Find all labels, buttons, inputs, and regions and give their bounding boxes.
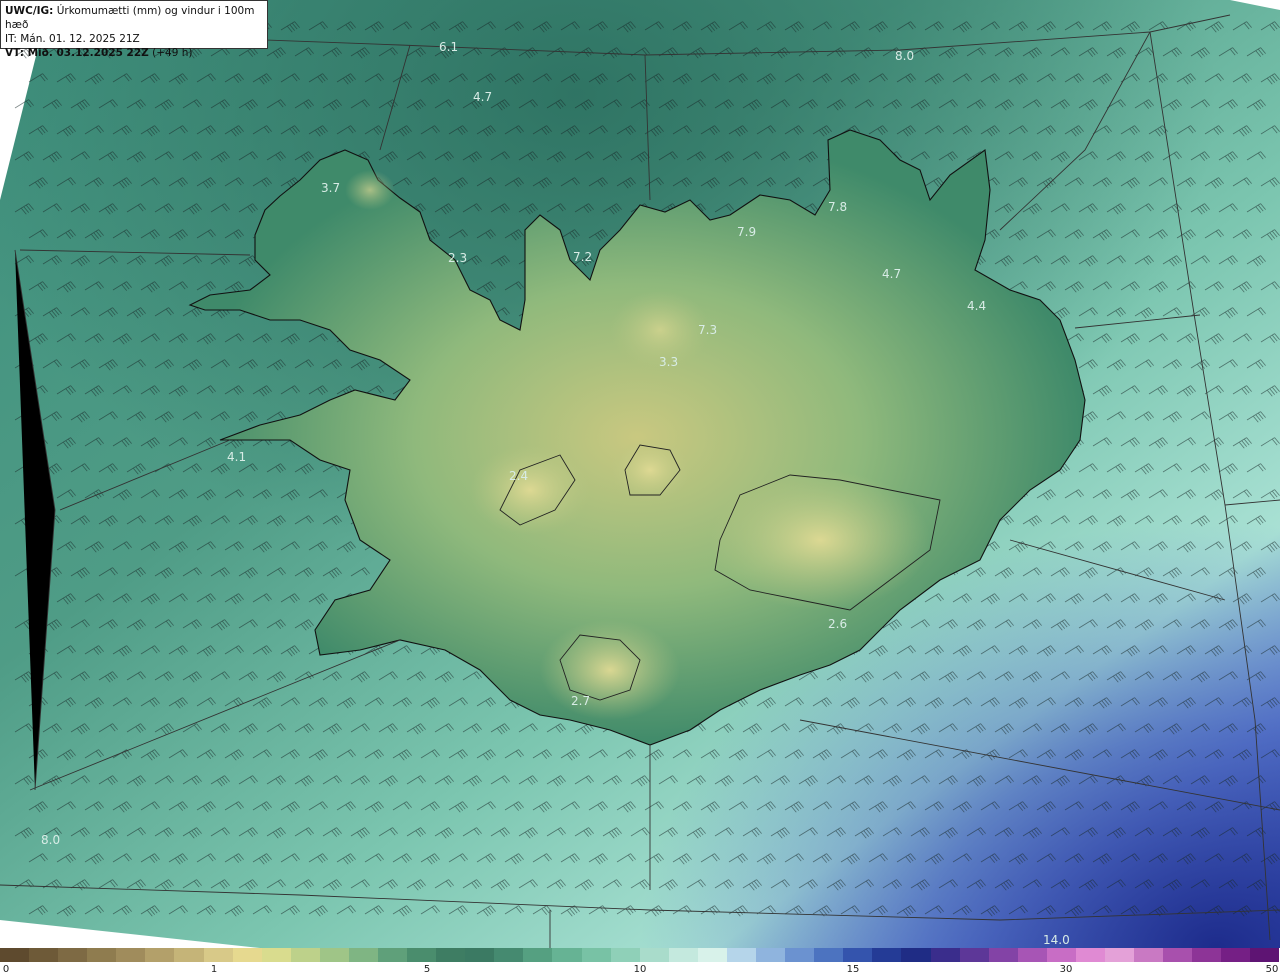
colorbar-segment (203, 948, 233, 962)
value-label: 4.1 (227, 450, 247, 464)
highland-patch-6 (345, 170, 395, 210)
colorbar-segment (436, 948, 466, 962)
colorbar-strip (0, 948, 1280, 962)
colorbar-segment (407, 948, 437, 962)
value-label: 2.6 (828, 617, 848, 631)
value-label: 14.0 (1043, 933, 1070, 947)
value-label: 4.7 (473, 90, 493, 104)
value-label: 7.3 (698, 323, 718, 337)
colorbar-tick-label: 1 (210, 964, 218, 975)
colorbar-segment (0, 948, 30, 962)
value-label: 2.7 (571, 694, 591, 708)
colorbar-segment (785, 948, 815, 962)
colorbar-segment (1017, 948, 1047, 962)
colorbar-segment (930, 948, 960, 962)
colorbar-segment (1250, 948, 1280, 962)
title-box: UWC/IG: Úrkomumætti (mm) og vindur i 100… (0, 0, 268, 59)
colorbar-tick-label: 0 (2, 964, 10, 975)
value-label: 8.0 (895, 49, 915, 63)
colorbar-tick-label: 50 (1265, 964, 1279, 975)
value-label: 4.7 (882, 267, 902, 281)
colorbar-segment (465, 948, 495, 962)
value-label: 7.2 (573, 250, 593, 264)
highland-patch-2 (610, 438, 690, 502)
highland-patch-1 (470, 445, 590, 535)
value-label: 3.7 (321, 181, 341, 195)
colorbar-segment (959, 948, 989, 962)
colorbar-segment (29, 948, 59, 962)
colorbar-segment (145, 948, 175, 962)
colorbar-segment (1104, 948, 1135, 962)
colorbar-tick-label: 30 (1059, 964, 1073, 975)
colorbar-segment (668, 948, 698, 962)
colorbar-segment (901, 948, 931, 962)
colorbar-segment (290, 948, 320, 962)
value-label: 3.3 (659, 355, 679, 369)
colorbar-segment (988, 948, 1018, 962)
colorbar-segment (1046, 948, 1076, 962)
colorbar-segment (1221, 948, 1251, 962)
colorbar-segment (697, 948, 727, 962)
colorbar-segment (814, 948, 844, 962)
colorbar-segment (756, 948, 786, 962)
colorbar-segment (1134, 948, 1164, 962)
value-label: 4.4 (967, 299, 987, 313)
value-label: 2.4 (509, 469, 529, 483)
colorbar-segment (319, 948, 349, 962)
colorbar-segment (726, 948, 757, 962)
colorbar: 0 1 5 10 15 30 50 (0, 948, 1280, 978)
colorbar-segment (610, 948, 640, 962)
colorbar-segment (1192, 948, 1222, 962)
colorbar-segment (639, 948, 669, 962)
lead-time: (+49 h) (148, 47, 193, 59)
colorbar-tick-label: 5 (423, 964, 431, 975)
value-label: 7.9 (737, 225, 757, 239)
highland-patch-4 (540, 620, 680, 720)
value-label: 2.3 (448, 251, 468, 265)
product-code: UWC/IG: (5, 5, 54, 17)
colorbar-segment (1163, 948, 1193, 962)
valid-time: VT: Mið. 03.12.2025 22Z (5, 47, 149, 59)
colorbar-segment (843, 948, 873, 962)
colorbar-segment (232, 948, 262, 962)
title-line: UWC/IG: Úrkomumætti (mm) og vindur i 100… (5, 4, 263, 32)
value-label: 8.0 (41, 833, 61, 847)
value-label: 7.8 (828, 200, 848, 214)
colorbar-segment (552, 948, 582, 962)
colorbar-segment (58, 948, 88, 962)
colorbar-tick-label: 10 (633, 964, 647, 975)
colorbar-segment (348, 948, 379, 962)
colorbar-segment (87, 948, 117, 962)
value-label: 6.1 (439, 40, 459, 54)
weather-map (0, 0, 1280, 948)
colorbar-segment (872, 948, 902, 962)
colorbar-segment (1075, 948, 1105, 962)
colorbar-segment (581, 948, 611, 962)
colorbar-segment (261, 948, 291, 962)
colorbar-segment (378, 948, 408, 962)
colorbar-segment (494, 948, 524, 962)
colorbar-tick-label: 15 (846, 964, 860, 975)
initial-time: IT: Mán. 01. 12. 2025 21Z (5, 33, 140, 45)
colorbar-segment (174, 948, 204, 962)
colorbar-segment (116, 948, 146, 962)
colorbar-segment (523, 948, 553, 962)
valid-time-line: VT: Mið. 03.12.2025 22Z (+49 h) (5, 46, 263, 60)
